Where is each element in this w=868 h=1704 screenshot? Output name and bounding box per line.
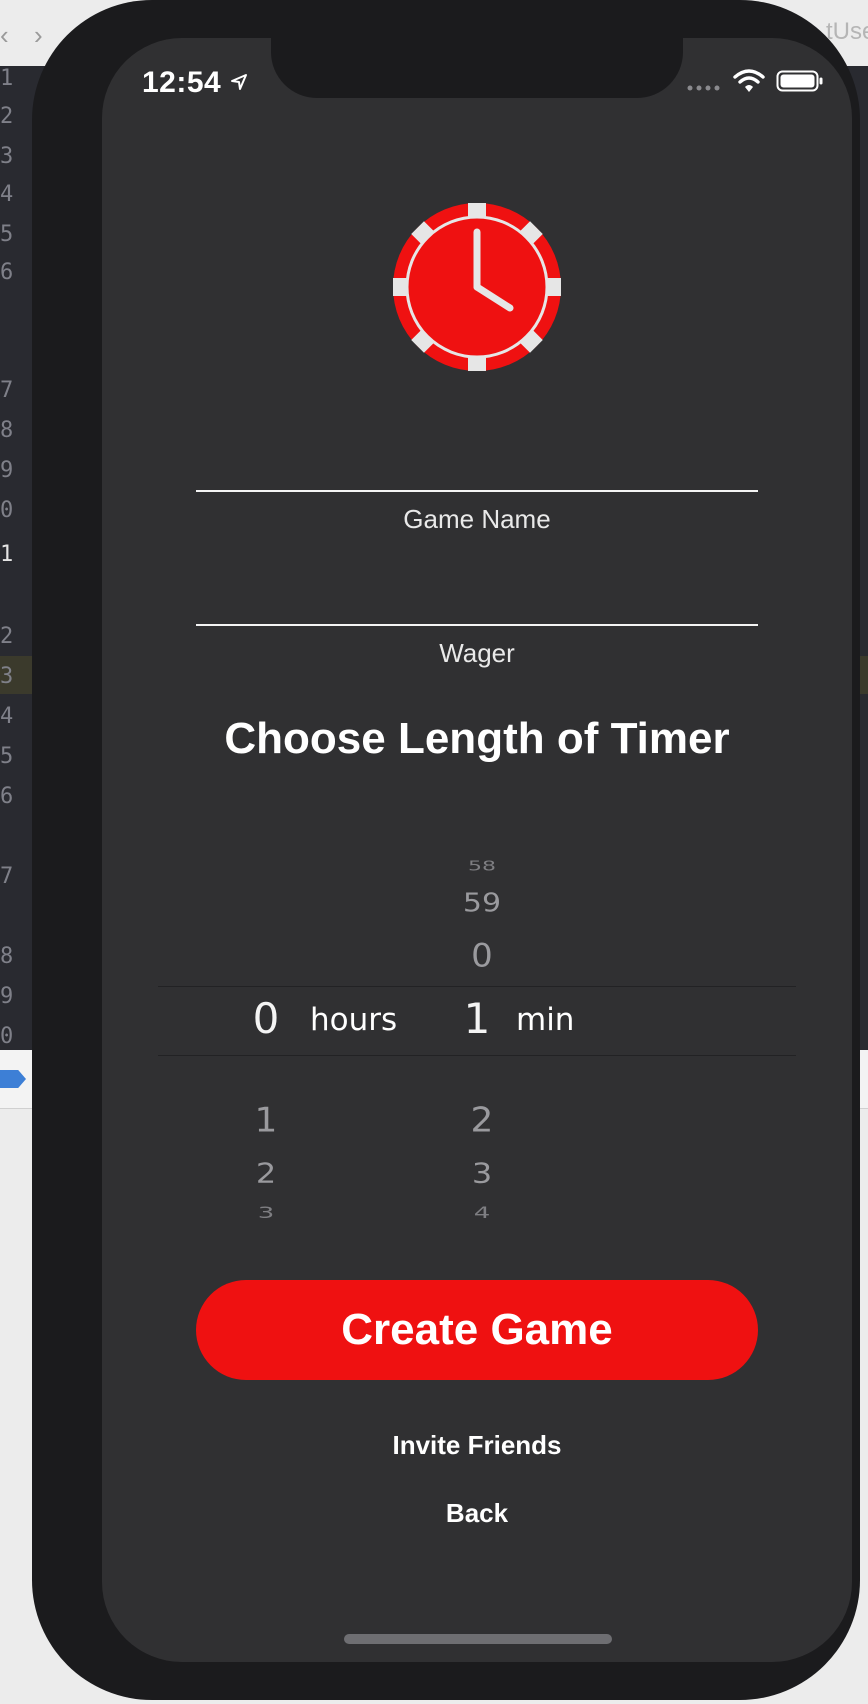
wager-label: Wager (439, 638, 515, 668)
wager-field[interactable] (196, 578, 758, 628)
editor-tab-fragment: tUse (826, 18, 868, 45)
minutes-option[interactable]: 0 (442, 937, 522, 975)
hours-selected[interactable]: 0 (236, 994, 296, 1043)
create-game-button[interactable]: Create Game (196, 1280, 758, 1380)
signal-dots-icon (687, 85, 720, 91)
minutes-option[interactable]: 3 (452, 1157, 512, 1189)
minutes-option[interactable]: 2 (452, 1101, 512, 1140)
back-button[interactable]: Back (102, 1498, 852, 1529)
clock-chip-icon (393, 203, 561, 371)
hours-unit-label: hours (310, 1002, 398, 1038)
nav-back-icon[interactable]: ‹ (0, 20, 9, 51)
wifi-icon (732, 69, 765, 92)
game-name-underline (196, 490, 758, 492)
minutes-option[interactable]: 59 (442, 889, 522, 919)
home-indicator[interactable] (344, 1634, 612, 1644)
app-screen: 12:54 Game Name Wager Choose Length of T… (102, 38, 852, 1662)
minutes-unit-label: min (516, 1002, 575, 1038)
iphone-frame: 12:54 Game Name Wager Choose Length of T… (32, 0, 860, 1700)
battery-icon (776, 70, 823, 92)
game-name-field[interactable] (196, 444, 758, 494)
minutes-option[interactable]: 4 (452, 1204, 512, 1222)
minutes-selected[interactable]: 1 (452, 994, 502, 1043)
wager-underline (196, 624, 758, 626)
notch (271, 38, 683, 98)
hours-option[interactable]: 3 (236, 1204, 296, 1222)
minutes-option[interactable]: 58 (442, 859, 522, 874)
hours-option[interactable]: 1 (236, 1101, 296, 1140)
timer-title: Choose Length of Timer (224, 714, 730, 763)
invite-friends-button[interactable]: Invite Friends (102, 1430, 852, 1461)
status-time: 12:54 (142, 66, 248, 100)
hours-option[interactable]: 2 (236, 1157, 296, 1189)
game-name-label: Game Name (403, 504, 551, 534)
status-icons (687, 68, 824, 94)
location-arrow-icon (231, 74, 248, 90)
nav-forward-icon[interactable]: › (34, 20, 43, 51)
